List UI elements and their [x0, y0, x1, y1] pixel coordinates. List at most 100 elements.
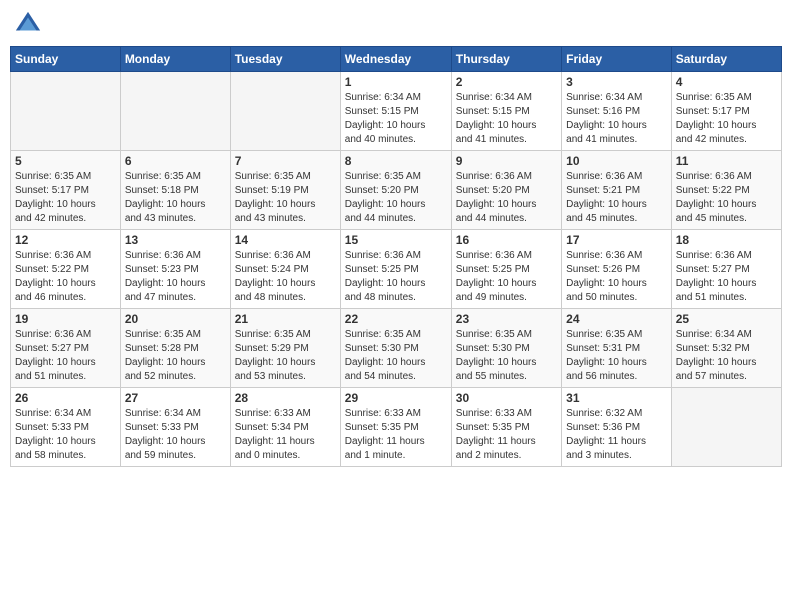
- day-info: Sunrise: 6:35 AM Sunset: 5:28 PM Dayligh…: [125, 328, 226, 384]
- weekday-header: Friday: [562, 47, 672, 72]
- calendar-cell: 25 Sunrise: 6:34 AM Sunset: 5:32 PM Dayli…: [671, 309, 781, 388]
- day-number: 31: [566, 391, 667, 405]
- day-number: 26: [15, 391, 116, 405]
- calendar-cell: 28 Sunrise: 6:33 AM Sunset: 5:34 PM Dayli…: [230, 388, 340, 467]
- day-number: 22: [345, 312, 447, 326]
- calendar-cell: 3 Sunrise: 6:34 AM Sunset: 5:16 PM Daylig…: [562, 72, 672, 151]
- day-info: Sunrise: 6:34 AM Sunset: 5:32 PM Dayligh…: [676, 328, 777, 384]
- calendar-cell: 22 Sunrise: 6:35 AM Sunset: 5:30 PM Dayli…: [340, 309, 451, 388]
- day-number: 14: [235, 233, 336, 247]
- day-number: 11: [676, 154, 777, 168]
- logo: [14, 10, 46, 38]
- day-info: Sunrise: 6:36 AM Sunset: 5:20 PM Dayligh…: [456, 170, 557, 226]
- calendar-week-row: 1 Sunrise: 6:34 AM Sunset: 5:15 PM Daylig…: [11, 72, 782, 151]
- weekday-header: Monday: [120, 47, 230, 72]
- day-info: Sunrise: 6:35 AM Sunset: 5:17 PM Dayligh…: [676, 91, 777, 147]
- day-info: Sunrise: 6:33 AM Sunset: 5:34 PM Dayligh…: [235, 407, 336, 463]
- day-number: 29: [345, 391, 447, 405]
- weekday-header: Sunday: [11, 47, 121, 72]
- day-number: 20: [125, 312, 226, 326]
- day-number: 1: [345, 75, 447, 89]
- day-number: 3: [566, 75, 667, 89]
- day-info: Sunrise: 6:36 AM Sunset: 5:21 PM Dayligh…: [566, 170, 667, 226]
- day-number: 18: [676, 233, 777, 247]
- calendar-week-row: 26 Sunrise: 6:34 AM Sunset: 5:33 PM Dayli…: [11, 388, 782, 467]
- day-number: 27: [125, 391, 226, 405]
- day-info: Sunrise: 6:32 AM Sunset: 5:36 PM Dayligh…: [566, 407, 667, 463]
- calendar-cell: 13 Sunrise: 6:36 AM Sunset: 5:23 PM Dayli…: [120, 230, 230, 309]
- day-info: Sunrise: 6:35 AM Sunset: 5:29 PM Dayligh…: [235, 328, 336, 384]
- calendar-cell: 17 Sunrise: 6:36 AM Sunset: 5:26 PM Dayli…: [562, 230, 672, 309]
- day-info: Sunrise: 6:34 AM Sunset: 5:16 PM Dayligh…: [566, 91, 667, 147]
- day-number: 17: [566, 233, 667, 247]
- calendar-cell: 1 Sunrise: 6:34 AM Sunset: 5:15 PM Daylig…: [340, 72, 451, 151]
- day-info: Sunrise: 6:36 AM Sunset: 5:25 PM Dayligh…: [345, 249, 447, 305]
- calendar-cell: 9Sunrise: 6:36 AM Sunset: 5:20 PM Daylig…: [451, 151, 561, 230]
- calendar-cell: 8 Sunrise: 6:35 AM Sunset: 5:20 PM Daylig…: [340, 151, 451, 230]
- day-number: 25: [676, 312, 777, 326]
- calendar-cell: 20 Sunrise: 6:35 AM Sunset: 5:28 PM Dayli…: [120, 309, 230, 388]
- calendar-cell: 6 Sunrise: 6:35 AM Sunset: 5:18 PM Daylig…: [120, 151, 230, 230]
- calendar-cell: 7 Sunrise: 6:35 AM Sunset: 5:19 PM Daylig…: [230, 151, 340, 230]
- calendar-cell: 16 Sunrise: 6:36 AM Sunset: 5:25 PM Dayli…: [451, 230, 561, 309]
- day-number: 28: [235, 391, 336, 405]
- day-info: Sunrise: 6:36 AM Sunset: 5:22 PM Dayligh…: [15, 249, 116, 305]
- calendar-cell: 14Sunrise: 6:36 AM Sunset: 5:24 PM Dayli…: [230, 230, 340, 309]
- weekday-header: Saturday: [671, 47, 781, 72]
- day-info: Sunrise: 6:35 AM Sunset: 5:31 PM Dayligh…: [566, 328, 667, 384]
- calendar-cell: [120, 72, 230, 151]
- day-number: 4: [676, 75, 777, 89]
- day-number: 7: [235, 154, 336, 168]
- day-number: 10: [566, 154, 667, 168]
- calendar-cell: 2Sunrise: 6:34 AM Sunset: 5:15 PM Daylig…: [451, 72, 561, 151]
- day-number: 23: [456, 312, 557, 326]
- day-info: Sunrise: 6:36 AM Sunset: 5:25 PM Dayligh…: [456, 249, 557, 305]
- day-number: 13: [125, 233, 226, 247]
- calendar-cell: 15Sunrise: 6:36 AM Sunset: 5:25 PM Dayli…: [340, 230, 451, 309]
- weekday-header: Thursday: [451, 47, 561, 72]
- day-number: 30: [456, 391, 557, 405]
- weekday-header: Tuesday: [230, 47, 340, 72]
- day-info: Sunrise: 6:33 AM Sunset: 5:35 PM Dayligh…: [456, 407, 557, 463]
- day-number: 8: [345, 154, 447, 168]
- calendar-cell: 10 Sunrise: 6:36 AM Sunset: 5:21 PM Dayli…: [562, 151, 672, 230]
- day-info: Sunrise: 6:35 AM Sunset: 5:18 PM Dayligh…: [125, 170, 226, 226]
- day-number: 21: [235, 312, 336, 326]
- calendar-cell: 18 Sunrise: 6:36 AM Sunset: 5:27 PM Dayli…: [671, 230, 781, 309]
- calendar-cell: 30 Sunrise: 6:33 AM Sunset: 5:35 PM Dayli…: [451, 388, 561, 467]
- day-number: 24: [566, 312, 667, 326]
- day-info: Sunrise: 6:34 AM Sunset: 5:33 PM Dayligh…: [125, 407, 226, 463]
- calendar-week-row: 5Sunrise: 6:35 AM Sunset: 5:17 PM Daylig…: [11, 151, 782, 230]
- day-info: Sunrise: 6:36 AM Sunset: 5:27 PM Dayligh…: [676, 249, 777, 305]
- day-number: 2: [456, 75, 557, 89]
- day-info: Sunrise: 6:33 AM Sunset: 5:35 PM Dayligh…: [345, 407, 447, 463]
- day-info: Sunrise: 6:36 AM Sunset: 5:26 PM Dayligh…: [566, 249, 667, 305]
- calendar-table: SundayMondayTuesdayWednesdayThursdayFrid…: [10, 46, 782, 467]
- calendar-cell: 21 Sunrise: 6:35 AM Sunset: 5:29 PM Dayli…: [230, 309, 340, 388]
- day-info: Sunrise: 6:35 AM Sunset: 5:30 PM Dayligh…: [456, 328, 557, 384]
- day-number: 16: [456, 233, 557, 247]
- calendar-week-row: 19Sunrise: 6:36 AM Sunset: 5:27 PM Dayli…: [11, 309, 782, 388]
- calendar-cell: 27 Sunrise: 6:34 AM Sunset: 5:33 PM Dayli…: [120, 388, 230, 467]
- day-number: 6: [125, 154, 226, 168]
- calendar-cell: 4 Sunrise: 6:35 AM Sunset: 5:17 PM Daylig…: [671, 72, 781, 151]
- weekday-header: Wednesday: [340, 47, 451, 72]
- calendar-header-row: SundayMondayTuesdayWednesdayThursdayFrid…: [11, 47, 782, 72]
- calendar-cell: 24 Sunrise: 6:35 AM Sunset: 5:31 PM Dayli…: [562, 309, 672, 388]
- day-info: Sunrise: 6:35 AM Sunset: 5:20 PM Dayligh…: [345, 170, 447, 226]
- day-info: Sunrise: 6:36 AM Sunset: 5:23 PM Dayligh…: [125, 249, 226, 305]
- day-info: Sunrise: 6:35 AM Sunset: 5:30 PM Dayligh…: [345, 328, 447, 384]
- calendar-cell: 11Sunrise: 6:36 AM Sunset: 5:22 PM Dayli…: [671, 151, 781, 230]
- day-number: 5: [15, 154, 116, 168]
- calendar-cell: 19Sunrise: 6:36 AM Sunset: 5:27 PM Dayli…: [11, 309, 121, 388]
- calendar-cell: [671, 388, 781, 467]
- calendar-cell: 31 Sunrise: 6:32 AM Sunset: 5:36 PM Dayli…: [562, 388, 672, 467]
- calendar-cell: 23 Sunrise: 6:35 AM Sunset: 5:30 PM Dayli…: [451, 309, 561, 388]
- calendar-cell: 12Sunrise: 6:36 AM Sunset: 5:22 PM Dayli…: [11, 230, 121, 309]
- day-info: Sunrise: 6:35 AM Sunset: 5:19 PM Dayligh…: [235, 170, 336, 226]
- page-header: [10, 10, 782, 38]
- day-info: Sunrise: 6:36 AM Sunset: 5:27 PM Dayligh…: [15, 328, 116, 384]
- calendar-cell: 5Sunrise: 6:35 AM Sunset: 5:17 PM Daylig…: [11, 151, 121, 230]
- day-info: Sunrise: 6:34 AM Sunset: 5:15 PM Dayligh…: [345, 91, 447, 147]
- calendar-cell: 29 Sunrise: 6:33 AM Sunset: 5:35 PM Dayli…: [340, 388, 451, 467]
